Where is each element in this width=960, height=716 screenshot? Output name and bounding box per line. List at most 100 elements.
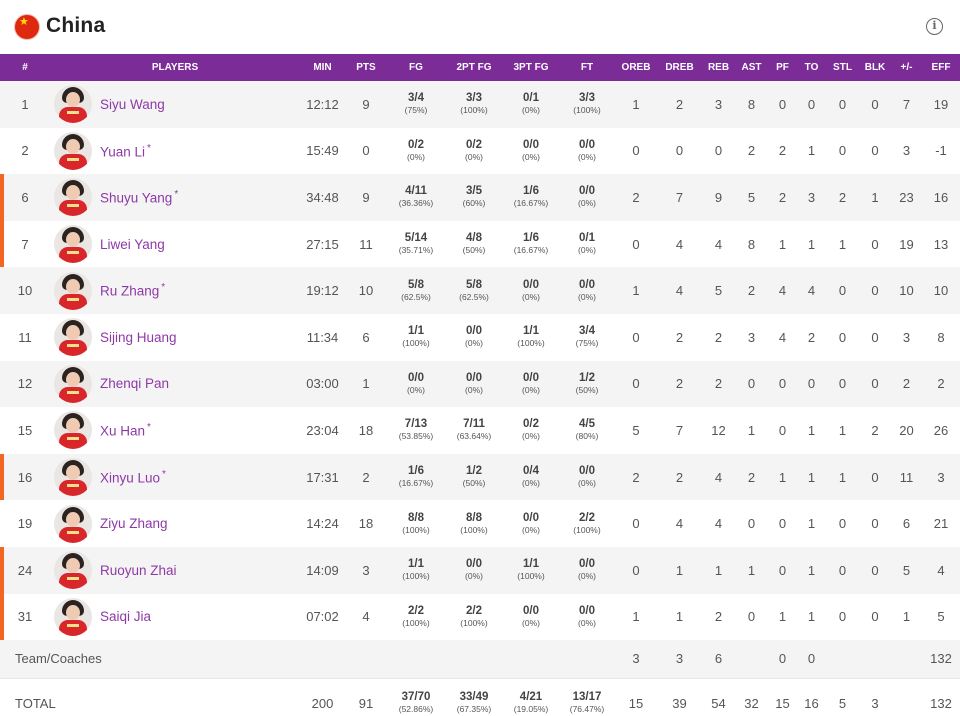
player-name[interactable]: Zhenqi Pan [100, 376, 169, 391]
field-goals-pct: (53.85%) [398, 431, 434, 442]
player-name[interactable]: Xu Han * [100, 422, 151, 439]
player-name[interactable]: Ruoyun Zhai [100, 563, 177, 578]
table-row[interactable]: 15 Xu Han * 23:04 18 7/13 (53.85%) 7/11 (63.64%)… [0, 407, 960, 454]
avatar[interactable] [54, 597, 92, 636]
player-link[interactable]: Ruoyun Zhai [54, 551, 300, 590]
player-link[interactable]: Siyu Wang [54, 85, 300, 124]
avatar[interactable] [54, 131, 92, 170]
col-header-3pt-fg[interactable]: 3PT FG [503, 54, 559, 81]
assists: 0 [735, 500, 768, 547]
avatar[interactable] [54, 178, 92, 217]
col-header-ft[interactable]: FT [559, 54, 615, 81]
player-name[interactable]: Saiqi Jia [100, 609, 151, 624]
player-link[interactable]: Liwei Yang [54, 225, 300, 264]
player-link[interactable]: Saiqi Jia [54, 597, 300, 636]
col-header-plus-minus[interactable]: +/- [891, 54, 922, 81]
col-header-stl[interactable]: STL [826, 54, 859, 81]
player-name[interactable]: Sijing Huang [100, 330, 177, 345]
player-name[interactable]: Ru Zhang * [100, 282, 165, 299]
player-name-text[interactable]: Siyu Wang [100, 97, 165, 112]
player-name-text[interactable]: Saiqi Jia [100, 609, 151, 624]
avatar[interactable] [54, 458, 92, 497]
col-header-min[interactable]: MIN [300, 54, 345, 81]
avatar[interactable] [54, 504, 92, 543]
table-row[interactable]: 10 Ru Zhang * 19:12 10 5/8 (62.5%) 5/8 (62.5%) 0/… [0, 267, 960, 314]
field-goals-made: 8/8 [408, 511, 424, 524]
player-link[interactable]: Xinyu Luo * [54, 458, 300, 497]
team-coaches-row: Team/Coaches 3 3 6 0 0 132 [0, 640, 960, 679]
face-icon [66, 185, 80, 201]
player-name-text[interactable]: Xinyu Luo [100, 470, 160, 485]
table-row[interactable]: 12 Zhenqi Pan 03:00 1 0/0 (0%) 0/0 (0%) 0/0 (0%) 1… [0, 360, 960, 408]
player-name-text[interactable]: Sijing Huang [100, 330, 177, 345]
player-link[interactable]: Xu Han * [54, 411, 300, 450]
col-header-fg[interactable]: FG [387, 54, 445, 81]
avatar[interactable] [54, 85, 92, 124]
col-header-blk[interactable]: BLK [859, 54, 891, 81]
player-name[interactable]: Liwei Yang [100, 237, 165, 252]
player-link[interactable]: Zhenqi Pan [54, 364, 300, 403]
team-reb: 6 [702, 640, 735, 679]
col-header-pts[interactable]: PTS [345, 54, 387, 81]
player-name[interactable]: Yuan Li * [100, 143, 151, 160]
player-link[interactable]: Ziyu Zhang [54, 504, 300, 543]
player-name-text[interactable]: Yuan Li [100, 144, 145, 159]
player-name-text[interactable]: Ruoyun Zhai [100, 563, 177, 578]
avatar[interactable] [54, 411, 92, 450]
col-header-ast[interactable]: AST [735, 54, 768, 81]
col-header-oreb[interactable]: OREB [615, 54, 657, 81]
col-header-number[interactable]: # [0, 54, 50, 81]
col-header-players[interactable]: PLAYERS [50, 54, 300, 81]
field-goals: 0/0 (0%) [387, 360, 445, 408]
two-point-fg-pct: (100%) [460, 105, 488, 116]
player-name[interactable]: Siyu Wang [100, 97, 165, 112]
free-throws-made: 0/0 [579, 138, 595, 151]
jersey-number: 24 [0, 546, 50, 594]
col-header-eff[interactable]: EFF [922, 54, 960, 81]
table-row[interactable]: 31 Saiqi Jia 07:02 4 2/2 (100%) 2/2 (100%) 0/0 (0… [0, 593, 960, 641]
two-point-fg: 0/0 (0%) [445, 313, 503, 361]
player-name[interactable]: Xinyu Luo * [100, 469, 166, 486]
free-throws-pct: (0%) [578, 571, 596, 582]
player-name-text[interactable]: Zhenqi Pan [100, 376, 169, 391]
col-header-reb[interactable]: REB [702, 54, 735, 81]
blocks: 2 [859, 407, 891, 454]
col-header-dreb[interactable]: DREB [657, 54, 702, 81]
table-row[interactable]: 24 Ruoyun Zhai 14:09 3 1/1 (100%) 0/0 (0%) 1/1 (1… [0, 546, 960, 594]
player-name-text[interactable]: Shuyu Yang [100, 191, 172, 206]
player-link[interactable]: Ru Zhang * [54, 271, 300, 310]
col-header-2pt-fg[interactable]: 2PT FG [445, 54, 503, 81]
total-fg-made: 37/70 [401, 691, 431, 704]
player-name[interactable]: Ziyu Zhang [100, 516, 168, 531]
player-link[interactable]: Yuan Li * [54, 131, 300, 170]
table-row[interactable]: 16 Xinyu Luo * 17:31 2 1/6 (16.67%) 1/2 (50%) 0/4… [0, 453, 960, 501]
player-name-text[interactable]: Liwei Yang [100, 237, 165, 252]
player-name-text[interactable]: Ru Zhang [100, 284, 159, 299]
jersey-number: 11 [0, 313, 50, 361]
avatar[interactable] [54, 318, 92, 357]
table-row[interactable]: 7 Liwei Yang 27:15 11 5/14 (35.71%) 4/8 (50%) 1/… [0, 220, 960, 268]
field-goals: 1/6 (16.67%) [387, 453, 445, 501]
avatar[interactable] [54, 225, 92, 264]
table-row[interactable]: 6 Shuyu Yang * 34:48 9 4/11 (36.36%) 3/5 (60%) 1/… [0, 174, 960, 221]
player-link[interactable]: Sijing Huang [54, 318, 300, 357]
player-name-text[interactable]: Ziyu Zhang [100, 516, 168, 531]
field-goals-made: 5/14 [404, 232, 428, 245]
col-header-to[interactable]: TO [797, 54, 826, 81]
player-name-text[interactable]: Xu Han [100, 424, 145, 439]
minutes: 14:24 [300, 500, 345, 547]
table-row[interactable]: 11 Sijing Huang 11:34 6 1/1 (100%) 0/0 (0%) 1/1(… [0, 313, 960, 361]
avatar[interactable] [54, 364, 92, 403]
avatar[interactable] [54, 271, 92, 310]
col-header-pf[interactable]: PF [768, 54, 797, 81]
avatar[interactable] [54, 551, 92, 590]
info-icon[interactable]: i [926, 18, 943, 35]
table-row[interactable]: 1 Siyu Wang 12:12 9 3/4 (75%) 3/3 (100%) 0/1 (0%)… [0, 81, 960, 128]
table-row[interactable]: 2 Yuan Li * 15:49 0 0/2 (0%) 0/2 (0%) 0/0 (0%) 0/0(… [0, 127, 960, 175]
rebounds: 2 [702, 360, 735, 408]
player-name[interactable]: Shuyu Yang * [100, 189, 178, 206]
table-row[interactable]: 19 Ziyu Zhang 14:24 18 8/8 (100%) 8/8 (100%) 0/0… [0, 500, 960, 547]
rebounds: 5 [702, 267, 735, 314]
player-link[interactable]: Shuyu Yang * [54, 178, 300, 217]
jersey-icon [59, 247, 87, 264]
